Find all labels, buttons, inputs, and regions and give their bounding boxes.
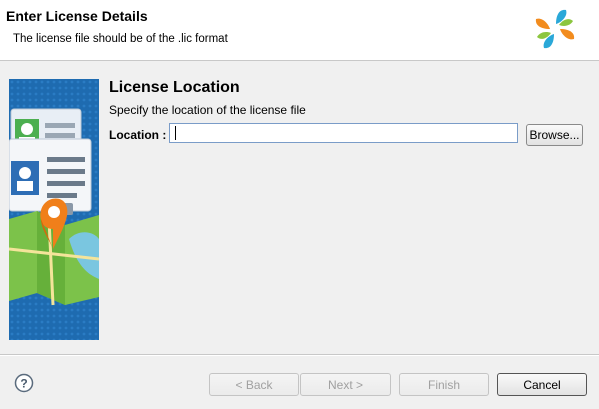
next-button[interactable]: Next > (300, 373, 391, 396)
location-input[interactable] (169, 123, 518, 143)
location-label: Location : (109, 128, 167, 142)
section-title: License Location (109, 79, 240, 96)
section-description: Specify the location of the license file (109, 103, 306, 117)
finish-button[interactable]: Finish (399, 373, 489, 396)
wizard-header: Enter License Details The license file s… (0, 0, 599, 61)
license-banner-illustration (9, 79, 99, 340)
help-icon[interactable]: ? (14, 373, 34, 393)
wizard-title: Enter License Details (6, 8, 148, 24)
footer-divider (0, 354, 599, 356)
pinwheel-logo-icon (535, 9, 575, 49)
svg-text:?: ? (20, 377, 27, 391)
text-caret (175, 126, 176, 140)
wizard-subtitle: The license file should be of the .lic f… (13, 33, 228, 45)
cancel-button[interactable]: Cancel (497, 373, 587, 396)
browse-button[interactable]: Browse... (526, 124, 583, 146)
back-button[interactable]: < Back (209, 373, 299, 396)
